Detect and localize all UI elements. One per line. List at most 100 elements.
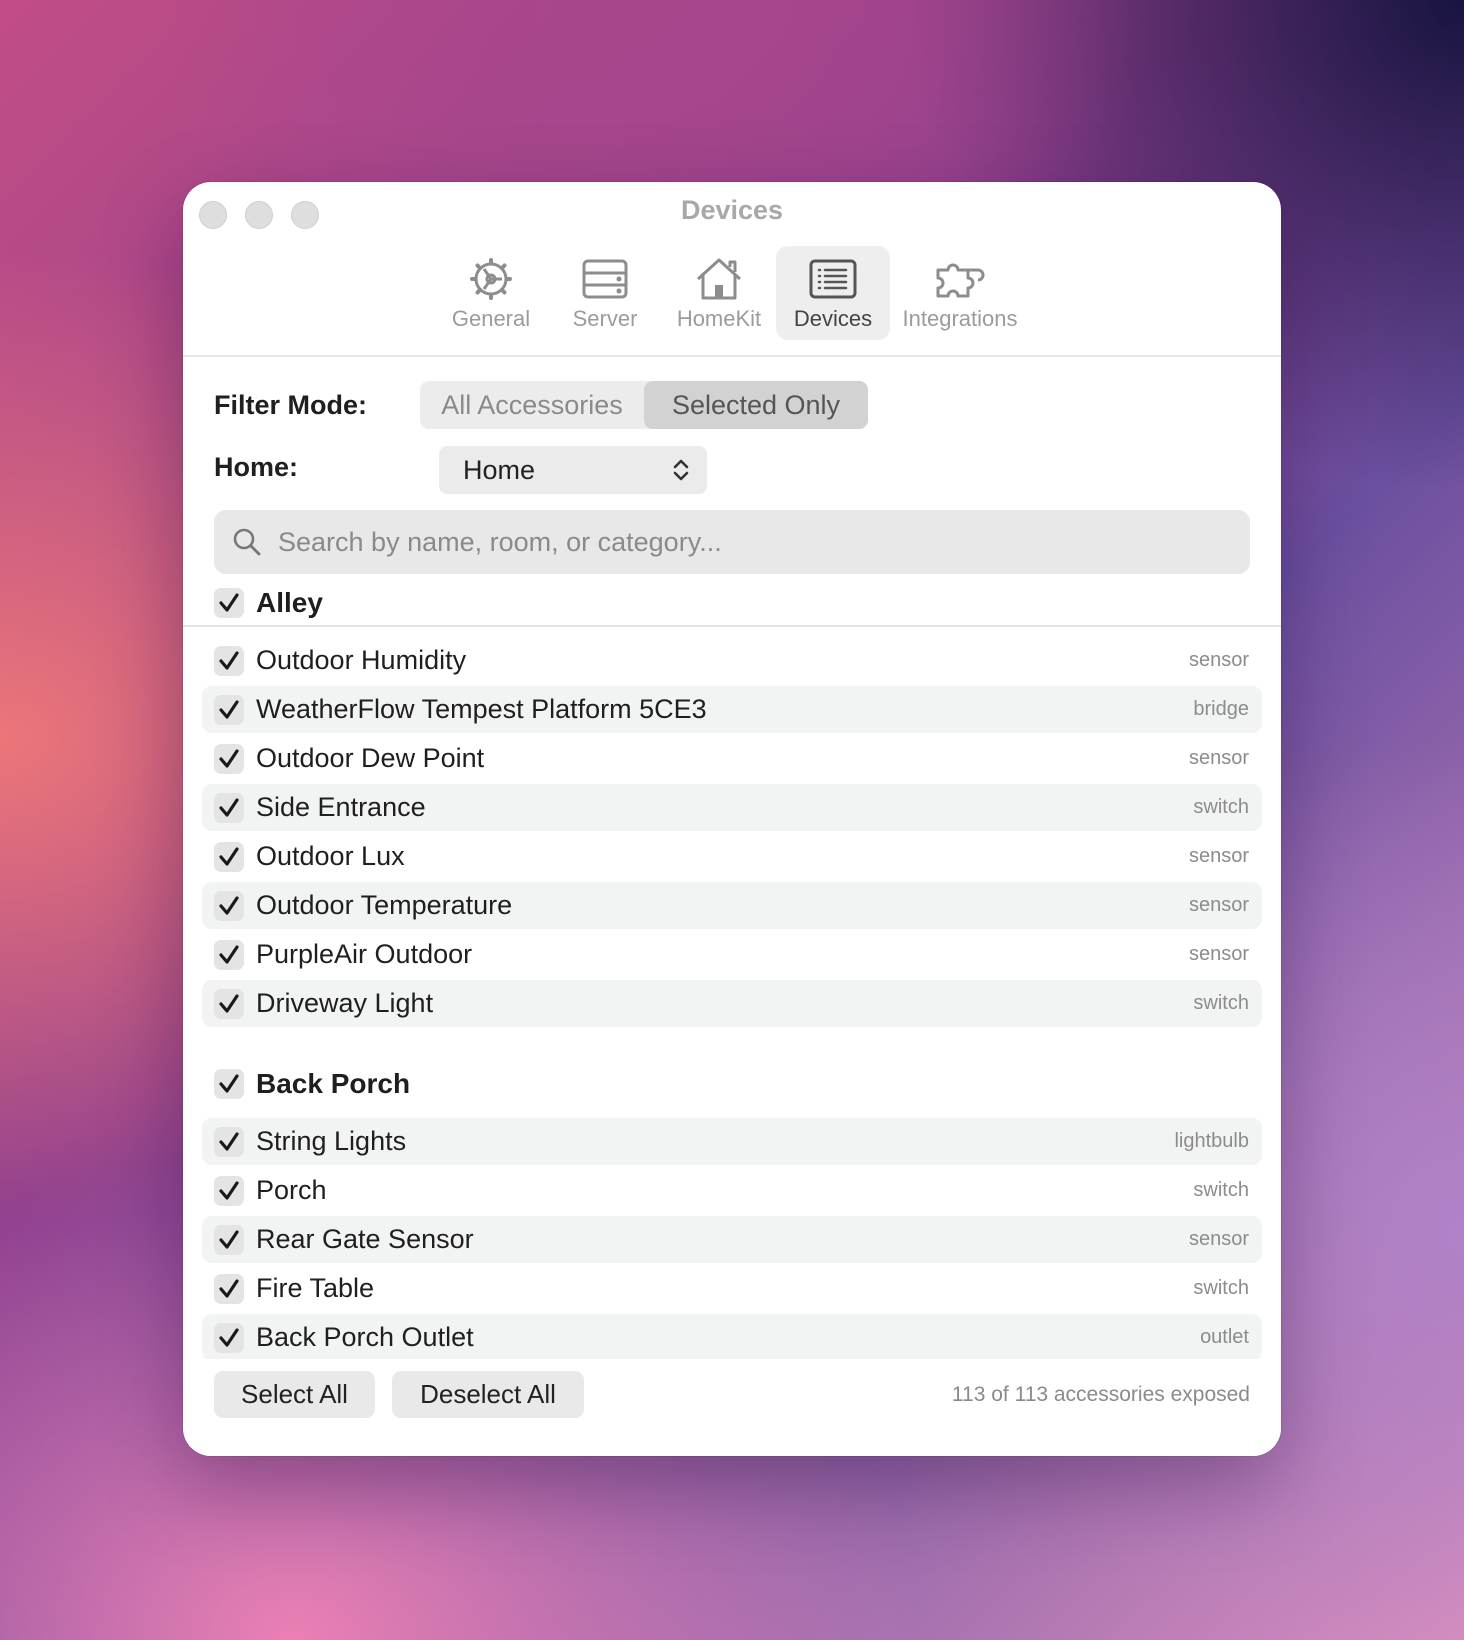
filter-mode-segmented-control[interactable]: All Accessories Selected Only [420, 381, 868, 429]
item-category: outlet [1200, 1326, 1249, 1348]
list-item[interactable]: Porch switch [202, 1167, 1262, 1214]
search-input[interactable] [276, 525, 1180, 559]
home-label: Home: [214, 452, 299, 482]
tab-general-label: General [451, 306, 531, 331]
item-checkbox[interactable] [214, 988, 244, 1019]
section-divider [183, 625, 1281, 627]
item-name: Outdoor Humidity [256, 645, 467, 675]
item-category: sensor [1188, 747, 1249, 769]
section-header-back-porch: Back Porch [214, 1068, 410, 1100]
footer-bar: Select All Deselect All 113 of 113 acces… [183, 1359, 1281, 1456]
tab-homekit-label: HomeKit [676, 306, 762, 331]
item-checkbox[interactable] [214, 890, 244, 921]
item-category: sensor [1188, 649, 1249, 671]
home-select[interactable]: Home [439, 446, 707, 494]
item-name: WeatherFlow Tempest Platform 5CE3 [256, 694, 707, 724]
list-item[interactable]: Fire Table switch [202, 1265, 1262, 1312]
checkmark-icon [219, 846, 239, 866]
item-checkbox[interactable] [214, 841, 244, 872]
item-name: Back Porch Outlet [256, 1322, 474, 1352]
item-name: Driveway Light [256, 988, 434, 1018]
checkmark-icon [219, 1074, 239, 1093]
list-item[interactable]: Driveway Light switch [202, 980, 1262, 1027]
list-item[interactable]: Outdoor Humidity sensor [202, 637, 1262, 684]
item-checkbox[interactable] [214, 694, 244, 725]
home-select-value: Home [463, 454, 536, 485]
list-item[interactable]: Outdoor Dew Point sensor [202, 735, 1262, 782]
segment-selected-only[interactable]: Selected Only [644, 381, 868, 429]
list-item[interactable]: Side Entrance switch [202, 784, 1262, 831]
item-checkbox[interactable] [214, 1273, 244, 1304]
select-all-button[interactable]: Select All [214, 1371, 375, 1418]
checkmark-icon [219, 1131, 239, 1151]
tab-server-label: Server [572, 306, 638, 331]
item-category: sensor [1188, 1228, 1249, 1250]
item-name: Side Entrance [256, 792, 426, 822]
tab-integrations[interactable]: Integrations [890, 246, 1030, 340]
tab-general[interactable]: General [434, 246, 548, 340]
gear-icon [470, 258, 512, 300]
item-category: switch [1193, 1277, 1249, 1299]
item-name: Outdoor Temperature [256, 890, 513, 920]
item-name: Outdoor Lux [256, 841, 405, 871]
list-icon [809, 259, 857, 299]
item-checkbox[interactable] [214, 1224, 244, 1255]
segment-all-accessories[interactable]: All Accessories [420, 381, 644, 429]
checkmark-icon [219, 1278, 239, 1298]
toolbar-divider [183, 355, 1281, 357]
checkmark-icon [219, 1327, 239, 1347]
list-item[interactable]: Back Porch Outlet outlet [202, 1314, 1262, 1359]
checkmark-icon [219, 593, 239, 612]
checkmark-icon [219, 895, 239, 915]
item-category: sensor [1188, 943, 1249, 965]
section-checkbox-back-porch[interactable] [214, 1069, 244, 1099]
section-checkbox-alley[interactable] [214, 588, 244, 618]
list-item[interactable]: Outdoor Temperature sensor [202, 882, 1262, 929]
item-name: Fire Table [256, 1273, 375, 1303]
item-name: Porch [256, 1175, 327, 1205]
devices-window: Devices General Server HomeKit Devices I… [183, 182, 1281, 1456]
item-category: switch [1193, 1179, 1249, 1201]
item-checkbox[interactable] [214, 645, 244, 676]
device-list[interactable]: Alley Outdoor Humidity sensor WeatherFlo… [183, 587, 1281, 1359]
list-item[interactable]: Rear Gate Sensor sensor [202, 1216, 1262, 1263]
deselect-all-button[interactable]: Deselect All [392, 1371, 584, 1418]
house-icon [696, 258, 742, 300]
search-field[interactable] [214, 510, 1250, 574]
item-checkbox[interactable] [214, 1126, 244, 1157]
tab-integrations-label: Integrations [902, 306, 1018, 331]
checkmark-icon [219, 1229, 239, 1249]
checkmark-icon [219, 944, 239, 964]
checkmark-icon [219, 797, 239, 817]
tab-devices-label: Devices [793, 306, 873, 331]
list-item[interactable]: String Lights lightbulb [202, 1118, 1262, 1165]
section-name: Alley [256, 587, 323, 618]
section-name: Back Porch [256, 1068, 411, 1099]
list-item[interactable]: WeatherFlow Tempest Platform 5CE3 bridge [202, 686, 1262, 733]
item-name: Outdoor Dew Point [256, 743, 485, 773]
item-category: lightbulb [1174, 1130, 1249, 1152]
checkmark-icon [219, 1180, 239, 1200]
tab-devices[interactable]: Devices [776, 246, 890, 340]
item-category: bridge [1193, 698, 1249, 720]
item-checkbox[interactable] [214, 792, 244, 823]
window-title: Devices [680, 195, 784, 225]
list-item[interactable]: PurpleAir Outdoor sensor [202, 931, 1262, 978]
item-checkbox[interactable] [214, 939, 244, 970]
tab-server[interactable]: Server [548, 246, 662, 340]
search-icon [233, 528, 261, 556]
item-checkbox[interactable] [214, 1322, 244, 1353]
checkmark-icon [219, 748, 239, 768]
item-checkbox[interactable] [214, 743, 244, 774]
item-category: switch [1193, 796, 1249, 818]
list-item[interactable]: Outdoor Lux sensor [202, 833, 1262, 880]
item-checkbox[interactable] [214, 1175, 244, 1206]
tab-homekit[interactable]: HomeKit [662, 246, 776, 340]
preferences-toolbar: General Server HomeKit Devices Integrati… [183, 246, 1281, 340]
item-category: switch [1193, 992, 1249, 1014]
item-name: Rear Gate Sensor [256, 1224, 474, 1254]
puzzle-icon [936, 263, 985, 298]
filter-mode-label: Filter Mode: [214, 390, 367, 420]
item-category: sensor [1188, 894, 1249, 916]
exposed-count-status: 113 of 113 accessories exposed [951, 1383, 1250, 1406]
